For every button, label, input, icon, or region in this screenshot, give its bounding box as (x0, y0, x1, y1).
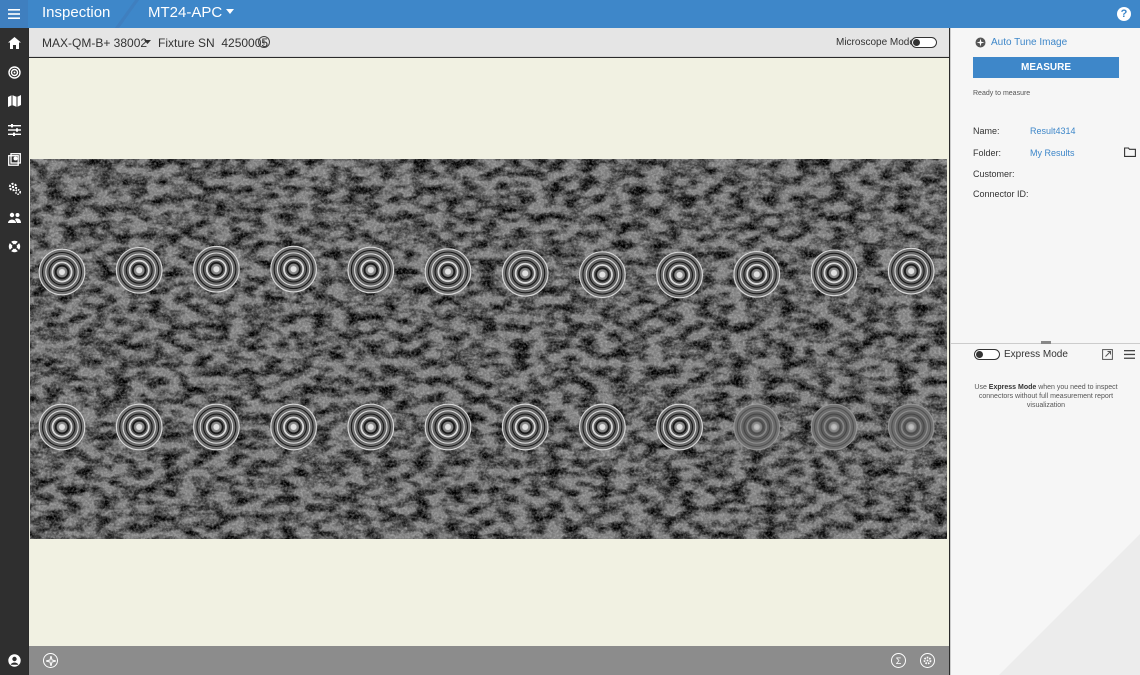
express-mode-label: Express Mode (1004, 349, 1068, 360)
fiber-pattern (656, 403, 703, 451)
fiber-pattern (424, 403, 472, 451)
app-window: Inspection MT24-APC ? MAX-QM-B+ 38002 Fi… (0, 0, 1140, 675)
express-mode-help: Use Express Mode when you need to inspec… (969, 383, 1123, 410)
toggle-knob (976, 351, 983, 358)
fiber-pattern (887, 247, 935, 295)
cogs-icon[interactable] (7, 181, 21, 195)
fiber-pattern (115, 403, 163, 451)
sliders-icon[interactable] (7, 123, 21, 137)
folder-value[interactable]: My Results (1030, 148, 1075, 158)
fiber-pattern (347, 403, 395, 451)
fiber-pattern (501, 249, 549, 297)
folder-label: Folder: (973, 148, 1002, 158)
fiber-pattern (656, 251, 703, 299)
fiber-pattern (579, 403, 626, 451)
microscope-mode-label: Microscope Mode (836, 37, 915, 48)
home-icon[interactable] (7, 36, 21, 50)
bottom-bar: Σ (29, 646, 949, 675)
auto-tune-image-link[interactable]: Auto Tune Image (974, 36, 1067, 49)
account-icon[interactable] (7, 653, 21, 667)
fiber-pattern (38, 403, 86, 451)
interferogram-image (30, 159, 947, 539)
right-panel: Auto Tune Image MEASURE Ready to measure… (950, 28, 1140, 675)
express-help-bold: Express Mode (988, 384, 1037, 391)
fiber-pattern (733, 403, 781, 451)
connector-id-label: Connector ID: (973, 189, 1029, 199)
auto-tune-label: Auto Tune Image (991, 37, 1068, 48)
fiber-pattern (193, 245, 240, 293)
info-icon[interactable]: i (258, 36, 270, 48)
fiber-pattern (424, 248, 472, 295)
fiber-pattern (579, 251, 626, 298)
lifebuoy-icon[interactable] (7, 239, 21, 253)
inspection-toolbar: MAX-QM-B+ 38002 Fixture SN 4250005 i Mic… (29, 28, 949, 57)
fiber-pattern (810, 249, 858, 297)
name-value[interactable]: Result4314 (1030, 126, 1076, 136)
fiber-pattern (810, 403, 858, 451)
fiber-pattern (115, 246, 163, 294)
fiber-pattern (270, 245, 317, 293)
settings-icon[interactable] (920, 653, 935, 668)
measure-status: Ready to measure (973, 90, 1031, 97)
map-icon[interactable] (7, 94, 21, 108)
fiber-pattern (270, 403, 317, 451)
image-viewer[interactable] (29, 58, 949, 646)
popout-icon[interactable] (1102, 349, 1113, 360)
customer-label: Customer: (973, 169, 1015, 179)
help-icon[interactable]: ? (1117, 7, 1131, 21)
product-selector[interactable]: MT24-APC (148, 4, 222, 21)
chevron-down-icon[interactable] (144, 40, 151, 44)
express-mode-toggle[interactable] (974, 349, 1000, 360)
users-icon[interactable] (7, 210, 21, 224)
top-bar: Inspection MT24-APC ? (0, 0, 1140, 28)
hamburger-icon[interactable] (1124, 350, 1135, 359)
fiber-pattern (887, 403, 935, 451)
gallery-icon[interactable] (7, 152, 21, 166)
auto-tune-icon (975, 37, 986, 48)
fiber-pattern (347, 246, 395, 294)
sigma-icon[interactable]: Σ (891, 653, 906, 668)
express-help-pre: Use (974, 384, 989, 391)
menu-icon[interactable] (0, 0, 28, 28)
fixture-sn: Fixture SN 4250005 (158, 36, 268, 50)
model-selector[interactable]: MAX-QM-B+ 38002 (42, 36, 147, 50)
chevron-down-icon[interactable] (226, 9, 234, 14)
target-icon[interactable] (7, 65, 21, 79)
breadcrumb-separator (115, 0, 139, 28)
name-label: Name: (973, 126, 1000, 136)
fiber-pattern (38, 248, 86, 296)
express-mode-row: Express Mode (951, 344, 1140, 366)
fiber-pattern (501, 403, 549, 451)
aperture-icon[interactable] (43, 653, 58, 668)
app-title: Inspection (42, 4, 111, 21)
folder-icon[interactable] (1124, 147, 1136, 157)
fixture-sn-label: Fixture SN (158, 36, 215, 50)
toggle-knob (913, 39, 920, 46)
fiber-pattern (193, 403, 240, 451)
microscope-mode-toggle[interactable] (911, 37, 937, 48)
left-nav (0, 28, 28, 675)
fiber-pattern (733, 250, 781, 298)
measure-button[interactable]: MEASURE (973, 57, 1119, 78)
